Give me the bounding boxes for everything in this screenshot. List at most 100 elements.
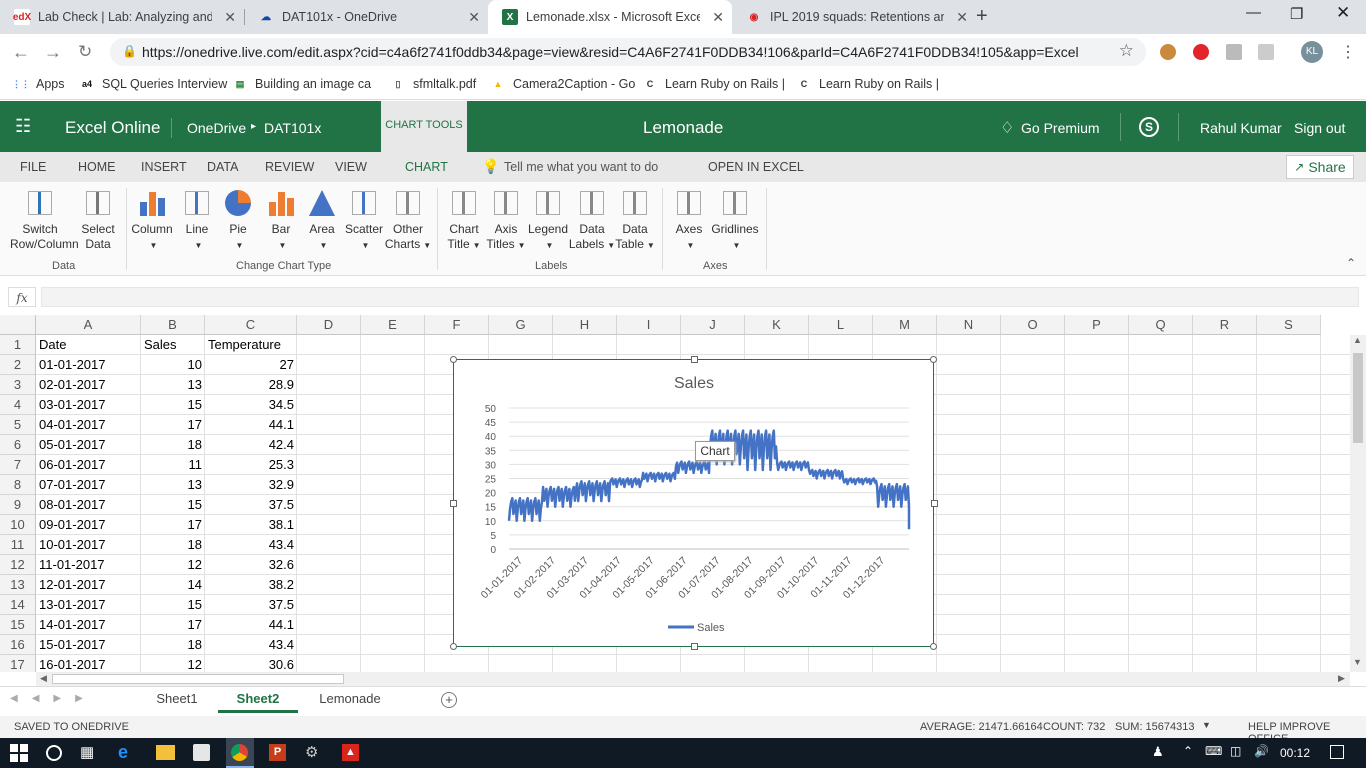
scroll-right-icon[interactable]: ▶ <box>1338 673 1345 684</box>
clock-time[interactable]: 00:12 <box>1280 746 1310 760</box>
profile-avatar[interactable]: KL <box>1301 41 1323 63</box>
row-header[interactable]: 2 <box>0 355 36 375</box>
maximize-icon[interactable]: ❐ <box>1290 5 1303 23</box>
row-header[interactable]: 4 <box>0 395 36 415</box>
network-icon[interactable]: ◫ <box>1230 744 1241 758</box>
edge-icon[interactable]: e <box>118 742 128 763</box>
sales-chart[interactable]: Sales 0 5 10 15 20 25 30 35 40 45 50 01-01-2017 01-… <box>450 356 938 650</box>
column-header-a[interactable]: A <box>36 315 141 335</box>
notifications-icon[interactable] <box>1330 745 1344 759</box>
ribbon-tab-insert[interactable]: INSERT <box>141 160 187 174</box>
browser-tab[interactable]: X Lemonade.xlsx - Microsoft Excel O ✕ <box>488 0 732 34</box>
volume-icon[interactable]: 🔊 <box>1254 744 1269 758</box>
cell-c4[interactable]: 34.5 <box>205 395 297 415</box>
scroll-up-icon[interactable]: ▲ <box>1353 335 1362 345</box>
row-header[interactable]: 9 <box>0 495 36 515</box>
user-name[interactable]: Rahul Kumar <box>1200 120 1282 136</box>
bookmark-item[interactable]: ⋮⋮ Apps <box>12 77 65 91</box>
keyboard-icon[interactable]: ⌨ <box>1205 744 1222 758</box>
cell-b8[interactable]: 13 <box>141 475 205 495</box>
cell-a9[interactable]: 08-01-2017 <box>36 495 141 515</box>
column-header-g[interactable]: G <box>489 315 553 335</box>
reload-icon[interactable]: ↻ <box>78 42 92 62</box>
url-bar[interactable]: 🔒 https://onedrive.live.com/edit.aspx?ci… <box>110 38 1146 66</box>
row-header[interactable]: 7 <box>0 455 36 475</box>
sheet-tab-sheet2[interactable]: Sheet2 <box>218 687 298 713</box>
cell-b3[interactable]: 13 <box>141 375 205 395</box>
scroll-left-icon[interactable]: ◀ <box>40 673 47 684</box>
cell-a16[interactable]: 15-01-2017 <box>36 635 141 655</box>
legend-sales-label[interactable]: Sales <box>697 622 725 634</box>
cell-b2[interactable]: 10 <box>141 355 205 375</box>
cell-c16[interactable]: 43.4 <box>205 635 297 655</box>
row-header[interactable]: 8 <box>0 475 36 495</box>
column-header-b[interactable]: B <box>141 315 205 335</box>
chrome-taskbar-item[interactable] <box>226 738 254 768</box>
ribbon-tab-file[interactable]: FILE <box>20 160 46 174</box>
back-icon[interactable]: ← <box>12 42 30 63</box>
select-data-button[interactable]: Select Data <box>68 188 128 252</box>
row-header[interactable]: 13 <box>0 575 36 595</box>
column-header-s[interactable]: S <box>1257 315 1321 335</box>
row-header[interactable]: 1 <box>0 335 36 355</box>
tray-chevron-icon[interactable]: ⌃ <box>1183 744 1193 758</box>
cell-b4[interactable]: 15 <box>141 395 205 415</box>
sheet-tab-sheet1[interactable]: Sheet1 <box>138 687 216 713</box>
file-explorer-icon[interactable] <box>156 745 175 760</box>
cell-a15[interactable]: 14-01-2017 <box>36 615 141 635</box>
tab-close-icon[interactable]: ✕ <box>712 9 724 26</box>
column-header-q[interactable]: Q <box>1129 315 1193 335</box>
chart-title[interactable]: Sales <box>674 375 714 392</box>
cell-b13[interactable]: 14 <box>141 575 205 595</box>
resize-handle[interactable] <box>930 643 937 650</box>
cell-b12[interactable]: 12 <box>141 555 205 575</box>
cell-c5[interactable]: 44.1 <box>205 415 297 435</box>
cell-c8[interactable]: 32.9 <box>205 475 297 495</box>
forward-icon[interactable]: → <box>44 42 62 63</box>
task-view-icon[interactable]: ▦ <box>80 743 94 761</box>
cell-c12[interactable]: 32.6 <box>205 555 297 575</box>
cell-c1[interactable]: Temperature <box>205 335 297 355</box>
pdf-extension-icon[interactable] <box>1258 44 1274 60</box>
ribbon-tab-home[interactable]: HOME <box>78 160 116 174</box>
powerpoint-icon[interactable]: P <box>269 744 286 761</box>
cell-b14[interactable]: 15 <box>141 595 205 615</box>
horizontal-scroll-thumb[interactable] <box>52 674 344 684</box>
cell-c13[interactable]: 38.2 <box>205 575 297 595</box>
formula-input[interactable] <box>41 287 1359 307</box>
cell-a10[interactable]: 09-01-2017 <box>36 515 141 535</box>
resize-handle[interactable] <box>450 643 457 650</box>
cell-a8[interactable]: 07-01-2017 <box>36 475 141 495</box>
browser-tab[interactable]: ◉ IPL 2019 squads: Retentions and ✕ <box>732 0 976 34</box>
cell-a3[interactable]: 02-01-2017 <box>36 375 141 395</box>
open-in-excel-tab[interactable]: OPEN IN EXCEL <box>708 160 804 174</box>
column-header-p[interactable]: P <box>1065 315 1129 335</box>
column-header-l[interactable]: L <box>809 315 873 335</box>
row-header[interactable]: 14 <box>0 595 36 615</box>
row-header[interactable]: 3 <box>0 375 36 395</box>
other-charts-button[interactable]: Other Charts ▼ <box>378 188 438 253</box>
new-tab-button[interactable]: + <box>976 5 988 28</box>
column-header-k[interactable]: K <box>745 315 809 335</box>
cell-b11[interactable]: 18 <box>141 535 205 555</box>
add-sheet-icon[interactable]: + <box>441 692 457 708</box>
cell-c3[interactable]: 28.9 <box>205 375 297 395</box>
resize-handle[interactable] <box>691 356 698 363</box>
cell-b6[interactable]: 18 <box>141 435 205 455</box>
cell-b1[interactable]: Sales <box>141 335 205 355</box>
bookmark-item[interactable]: ▤ Building an image ca <box>233 77 371 91</box>
cell-b17[interactable]: 12 <box>141 655 205 672</box>
bookmark-item[interactable]: a4 SQL Queries Interview <box>80 77 227 91</box>
row-header[interactable]: 5 <box>0 415 36 435</box>
row-header[interactable]: 12 <box>0 555 36 575</box>
column-header-j[interactable]: J <box>681 315 745 335</box>
cell-a14[interactable]: 13-01-2017 <box>36 595 141 615</box>
resize-handle[interactable] <box>691 643 698 650</box>
cell-c10[interactable]: 38.1 <box>205 515 297 535</box>
select-all-corner[interactable] <box>0 315 36 335</box>
ribbon-tab-chart[interactable]: CHART <box>405 160 448 174</box>
status-dropdown-icon[interactable]: ▼ <box>1202 720 1211 730</box>
column-header-i[interactable]: I <box>617 315 681 335</box>
tell-me-search[interactable]: Tell me what you want to do <box>504 160 658 174</box>
bookmark-item[interactable]: C Learn Ruby on Rails | <box>797 77 939 91</box>
